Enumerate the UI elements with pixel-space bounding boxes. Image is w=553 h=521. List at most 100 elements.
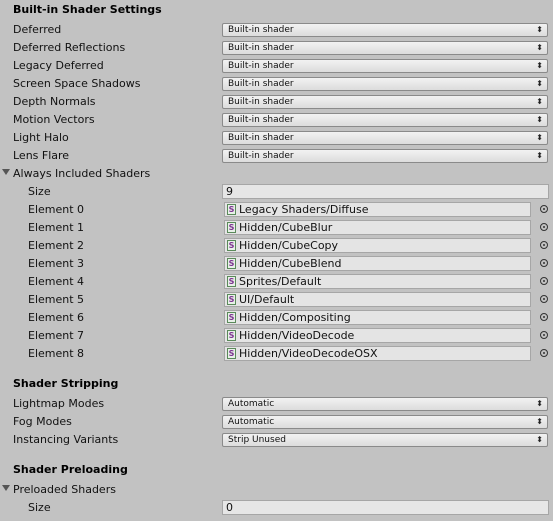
- lens-flare-row: Lens Flare Built-in shader ⬍: [0, 147, 553, 165]
- element-3-object-field[interactable]: S Hidden/CubeBlend: [224, 256, 531, 271]
- shader-asset-icon: S: [227, 204, 236, 215]
- deferred-reflections-label: Deferred Reflections: [13, 41, 126, 54]
- screen-space-shadows-value: Built-in shader: [228, 79, 294, 89]
- lightmap-modes-label: Lightmap Modes: [13, 397, 105, 410]
- element-3-row: Element 3 S Hidden/CubeBlend: [0, 255, 553, 273]
- up-down-arrow-icon: ⬍: [536, 151, 543, 160]
- object-picker-icon[interactable]: [540, 277, 548, 285]
- shader-asset-icon: S: [227, 222, 236, 233]
- shader-asset-icon: S: [227, 312, 236, 323]
- object-picker-icon[interactable]: [540, 223, 548, 231]
- element-0-row: Element 0 S Legacy Shaders/Diffuse: [0, 201, 553, 219]
- element-4-row: Element 4 S Sprites/Default: [0, 273, 553, 291]
- element-5-object-field[interactable]: S UI/Default: [224, 292, 531, 307]
- motion-vectors-label: Motion Vectors: [13, 113, 95, 126]
- legacy-deferred-label: Legacy Deferred: [13, 59, 104, 72]
- shader-asset-icon: S: [227, 258, 236, 269]
- legacy-deferred-value: Built-in shader: [228, 61, 294, 71]
- object-picker-icon[interactable]: [540, 259, 548, 267]
- screen-space-shadows-dropdown[interactable]: Built-in shader ⬍: [222, 77, 548, 91]
- builtin-shader-settings-header: Built-in Shader Settings: [13, 3, 162, 16]
- element-5-row: Element 5 S UI/Default: [0, 291, 553, 309]
- element-6-label: Element 6: [28, 311, 85, 324]
- foldout-expanded-icon[interactable]: [2, 485, 10, 491]
- element-4-label: Element 4: [28, 275, 85, 288]
- object-picker-icon[interactable]: [540, 241, 548, 249]
- preloaded-shaders-foldout[interactable]: Preloaded Shaders: [0, 481, 553, 499]
- preloaded-shaders-label: Preloaded Shaders: [13, 483, 116, 496]
- up-down-arrow-icon: ⬍: [536, 133, 543, 142]
- object-picker-icon[interactable]: [540, 295, 548, 303]
- element-6-value: Hidden/Compositing: [239, 311, 351, 324]
- foldout-expanded-icon[interactable]: [2, 169, 10, 175]
- element-8-value: Hidden/VideoDecodeOSX: [239, 347, 378, 360]
- up-down-arrow-icon: ⬍: [536, 97, 543, 106]
- object-picker-icon[interactable]: [540, 313, 548, 321]
- preloaded-size-field[interactable]: 0: [222, 500, 549, 515]
- element-0-object-field[interactable]: S Legacy Shaders/Diffuse: [224, 202, 531, 217]
- shader-asset-icon: S: [227, 276, 236, 287]
- lightmap-modes-row: Lightmap Modes Automatic ⬍: [0, 395, 553, 413]
- screen-space-shadows-row: Screen Space Shadows Built-in shader ⬍: [0, 75, 553, 93]
- element-2-row: Element 2 S Hidden/CubeCopy: [0, 237, 553, 255]
- element-0-label: Element 0: [28, 203, 85, 216]
- shader-asset-icon: S: [227, 330, 236, 341]
- motion-vectors-row: Motion Vectors Built-in shader ⬍: [0, 111, 553, 129]
- light-halo-row: Light Halo Built-in shader ⬍: [0, 129, 553, 147]
- shader-asset-icon: S: [227, 348, 236, 359]
- light-halo-value: Built-in shader: [228, 133, 294, 143]
- element-4-object-field[interactable]: S Sprites/Default: [224, 274, 531, 289]
- instancing-variants-label: Instancing Variants: [13, 433, 119, 446]
- screen-space-shadows-label: Screen Space Shadows: [13, 77, 141, 90]
- element-3-label: Element 3: [28, 257, 85, 270]
- up-down-arrow-icon: ⬍: [536, 61, 543, 70]
- up-down-arrow-icon: ⬍: [536, 25, 543, 34]
- element-1-row: Element 1 S Hidden/CubeBlur: [0, 219, 553, 237]
- deferred-label: Deferred: [13, 23, 62, 36]
- depth-normals-row: Depth Normals Built-in shader ⬍: [0, 93, 553, 111]
- object-picker-icon[interactable]: [540, 205, 548, 213]
- element-1-label: Element 1: [28, 221, 85, 234]
- motion-vectors-dropdown[interactable]: Built-in shader ⬍: [222, 113, 548, 127]
- object-picker-icon[interactable]: [540, 349, 548, 357]
- lens-flare-value: Built-in shader: [228, 151, 294, 161]
- deferred-reflections-dropdown[interactable]: Built-in shader ⬍: [222, 41, 548, 55]
- legacy-deferred-dropdown[interactable]: Built-in shader ⬍: [222, 59, 548, 73]
- deferred-dropdown[interactable]: Built-in shader ⬍: [222, 23, 548, 37]
- element-2-object-field[interactable]: S Hidden/CubeCopy: [224, 238, 531, 253]
- element-4-value: Sprites/Default: [239, 275, 322, 288]
- element-1-object-field[interactable]: S Hidden/CubeBlur: [224, 220, 531, 235]
- depth-normals-label: Depth Normals: [13, 95, 96, 108]
- lens-flare-dropdown[interactable]: Built-in shader ⬍: [222, 149, 548, 163]
- element-8-object-field[interactable]: S Hidden/VideoDecodeOSX: [224, 346, 531, 361]
- shader-stripping-header: Shader Stripping: [13, 377, 119, 390]
- up-down-arrow-icon: ⬍: [536, 399, 543, 408]
- always-included-size-field[interactable]: 9: [222, 184, 549, 199]
- preloaded-size-row: Size 0: [0, 499, 553, 517]
- element-7-object-field[interactable]: S Hidden/VideoDecode: [224, 328, 531, 343]
- element-8-row: Element 8 S Hidden/VideoDecodeOSX: [0, 345, 553, 363]
- element-6-row: Element 6 S Hidden/Compositing: [0, 309, 553, 327]
- up-down-arrow-icon: ⬍: [536, 115, 543, 124]
- shader-preloading-header: Shader Preloading: [13, 463, 128, 476]
- element-8-label: Element 8: [28, 347, 85, 360]
- light-halo-dropdown[interactable]: Built-in shader ⬍: [222, 131, 548, 145]
- up-down-arrow-icon: ⬍: [536, 79, 543, 88]
- lightmap-modes-dropdown[interactable]: Automatic ⬍: [222, 397, 548, 411]
- light-halo-label: Light Halo: [13, 131, 69, 144]
- shader-asset-icon: S: [227, 240, 236, 251]
- object-picker-icon[interactable]: [540, 331, 548, 339]
- fog-modes-dropdown[interactable]: Automatic ⬍: [222, 415, 548, 429]
- deferred-reflections-value: Built-in shader: [228, 43, 294, 53]
- element-3-value: Hidden/CubeBlend: [239, 257, 342, 270]
- fog-modes-label: Fog Modes: [13, 415, 72, 428]
- element-2-label: Element 2: [28, 239, 85, 252]
- legacy-deferred-row: Legacy Deferred Built-in shader ⬍: [0, 57, 553, 75]
- always-included-shaders-foldout[interactable]: Always Included Shaders: [0, 165, 553, 183]
- up-down-arrow-icon: ⬍: [536, 43, 543, 52]
- deferred-reflections-row: Deferred Reflections Built-in shader ⬍: [0, 39, 553, 57]
- instancing-variants-dropdown[interactable]: Strip Unused ⬍: [222, 433, 548, 447]
- up-down-arrow-icon: ⬍: [536, 417, 543, 426]
- element-6-object-field[interactable]: S Hidden/Compositing: [224, 310, 531, 325]
- depth-normals-dropdown[interactable]: Built-in shader ⬍: [222, 95, 548, 109]
